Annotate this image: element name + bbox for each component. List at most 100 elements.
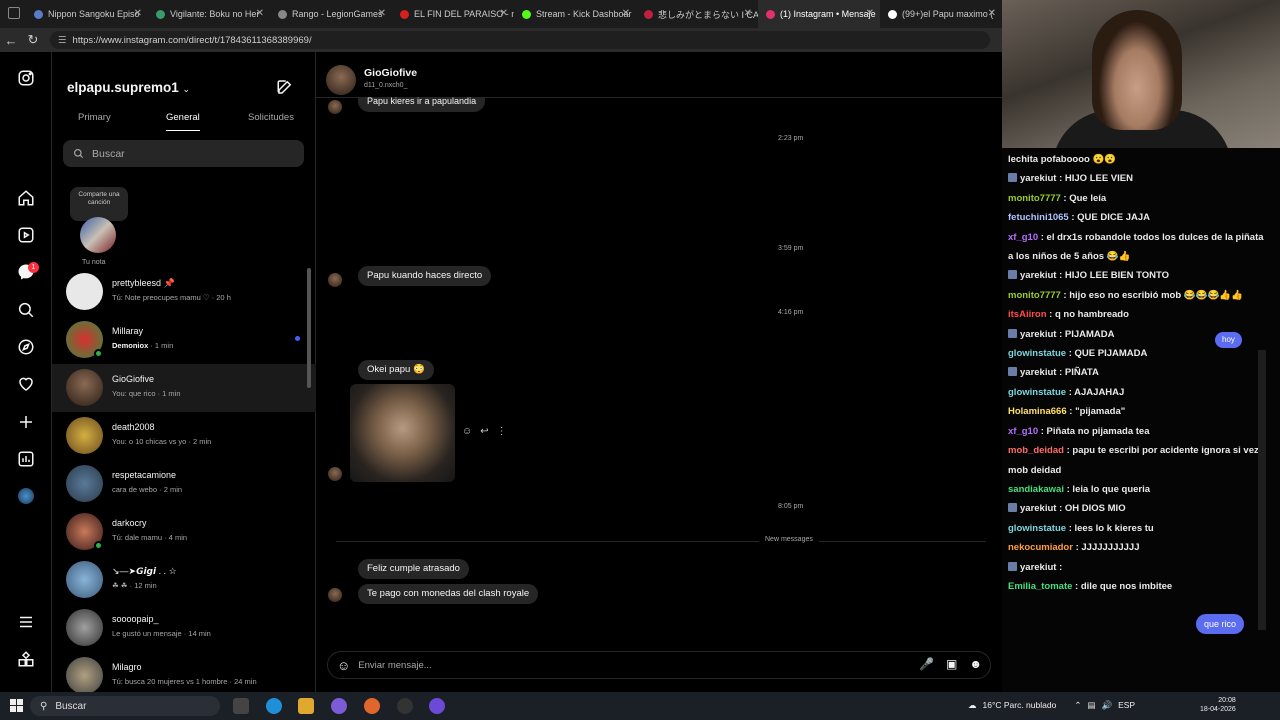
chat-username[interactable]: monito7777 <box>1008 193 1061 204</box>
browser-tab[interactable]: Rango - LegionGames ✕ <box>270 0 392 28</box>
tab-primary[interactable]: Primary <box>78 112 111 123</box>
profile-avatar[interactable] <box>16 486 36 506</box>
browser-tab[interactable]: (99+)el Papu maximo (✕ <box>880 0 1002 28</box>
also-from-meta-icon[interactable] <box>16 649 36 669</box>
network-icon[interactable]: ▤ <box>1087 700 1095 711</box>
compose-icon[interactable] <box>276 78 294 96</box>
chat-username[interactable]: monito7777 <box>1008 290 1061 301</box>
chat-username[interactable]: Emilia_tomate <box>1008 581 1072 592</box>
close-tab-icon[interactable]: ✕ <box>866 8 874 19</box>
reload-icon[interactable]: ↻ <box>22 32 44 48</box>
back-icon[interactable]: ← <box>0 33 22 48</box>
tab-requests[interactable]: Solicitudes <box>248 112 294 123</box>
conversation-item[interactable]: respetacamione cara de webo · 2 min <box>52 460 316 508</box>
sticker-icon[interactable]: ☻ <box>969 657 982 671</box>
more-menu-icon[interactable] <box>16 612 36 632</box>
chat-username[interactable]: yarekiut <box>1020 270 1056 281</box>
browser-tab[interactable]: Stream - Kick Dashboar ✕ <box>514 0 636 28</box>
contact-name[interactable]: GioGiofive <box>364 67 417 79</box>
conversation-item[interactable]: Millaray Demoniox · 1 min <box>52 316 316 364</box>
conversation-item[interactable]: prettybleesd 📌 Tú: Note preocupes mamu ♡ … <box>52 268 316 316</box>
react-icon[interactable]: ☺ <box>462 426 472 437</box>
chat-username[interactable]: Holamina666 <box>1008 406 1067 417</box>
site-info-icon[interactable]: ☰ <box>58 35 67 46</box>
note-avatar[interactable] <box>80 217 116 253</box>
chat-username[interactable]: xf_g10 <box>1008 426 1038 437</box>
chat-username[interactable]: mob_deidad <box>1008 445 1064 456</box>
chat-username[interactable]: itsAiiron <box>1008 309 1047 320</box>
close-tab-icon[interactable]: ✕ <box>744 8 752 19</box>
microphone-icon[interactable]: 🎤 <box>919 657 934 671</box>
conversation-item[interactable]: GioGiofive You: que rico · 1 min <box>52 364 316 412</box>
emoji-icon[interactable]: ☺ <box>337 658 350 673</box>
volume-icon[interactable]: 🔊 <box>1101 700 1112 711</box>
weather-icon[interactable]: ☁ <box>968 700 977 711</box>
close-tab-icon[interactable]: ✕ <box>622 8 630 19</box>
search-icon[interactable] <box>16 300 36 320</box>
chat-username[interactable]: yarekiut <box>1020 173 1056 184</box>
close-tab-icon[interactable]: ✕ <box>988 8 996 19</box>
stream-chat-scrollbar[interactable] <box>1258 350 1266 630</box>
taskbar-search[interactable]: ⚲ Buscar <box>30 696 220 716</box>
message-input[interactable]: ☺ Enviar mensaje... 🎤 ▣ ☻ <box>327 651 991 679</box>
app-icon[interactable] <box>429 698 445 714</box>
discord-icon[interactable] <box>331 698 347 714</box>
stream-chat-log: lechita pofaboooo 😮😮 yarekiut : HIJO LEE … <box>1008 150 1278 596</box>
chat-username[interactable]: sandiakawai <box>1008 484 1064 495</box>
dashboard-icon[interactable] <box>16 449 36 469</box>
chat-username[interactable]: glowinstatue <box>1008 523 1066 534</box>
browser-tab[interactable]: Nippon Sangoku Episo ✕ <box>26 0 148 28</box>
reels-icon[interactable] <box>16 225 36 245</box>
note-bubble[interactable]: Comparte una canción <box>70 187 128 221</box>
contact-avatar[interactable] <box>326 65 356 95</box>
conversation-item[interactable]: darkocry Tú: dale mamu · 4 min <box>52 508 316 556</box>
file-explorer-icon[interactable] <box>298 698 314 714</box>
browser-tab[interactable]: 悲しみがとまらない I CA ✕ <box>636 0 758 28</box>
chat-username[interactable]: nekocumiador <box>1008 542 1073 553</box>
obs-icon[interactable] <box>397 698 413 714</box>
chat-username[interactable]: glowinstatue <box>1008 348 1066 359</box>
chat-username[interactable]: yarekiut <box>1020 562 1056 573</box>
language-indicator[interactable]: ESP <box>1118 700 1135 711</box>
start-windows-icon[interactable] <box>10 699 23 712</box>
chat-username[interactable]: glowinstatue <box>1008 387 1066 398</box>
inbox-scrollbar[interactable] <box>307 268 311 388</box>
task-view-icon[interactable] <box>233 698 249 714</box>
explore-icon[interactable] <box>16 337 36 357</box>
chat-username[interactable]: yarekiut <box>1020 367 1056 378</box>
conversation-item[interactable]: soooopaip_ Le gustó un mensaje · 14 min <box>52 604 316 652</box>
search-input[interactable]: Buscar <box>63 140 304 167</box>
create-plus-icon[interactable] <box>16 412 36 432</box>
photo-message[interactable] <box>350 384 455 482</box>
more-options-icon[interactable]: ⋮ <box>497 426 507 437</box>
home-icon[interactable] <box>16 188 36 208</box>
conversation-item[interactable]: death2008 You: o 10 chicas vs yo · 2 min <box>52 412 316 460</box>
close-tab-icon[interactable]: ✕ <box>256 8 264 19</box>
microphone-app-icon[interactable] <box>364 698 380 714</box>
browser-tab[interactable]: EL FIN DEL PARAISO - n ✕ <box>392 0 514 28</box>
browser-tab[interactable]: Vigilante: Boku no Her ✕ <box>148 0 270 28</box>
browser-tab[interactable]: (1) Instagram • Mensaje ✕ <box>758 0 880 28</box>
weather-text[interactable]: 16°C Parc. nublado <box>983 700 1057 711</box>
window-menu-icon[interactable] <box>8 7 20 19</box>
edge-icon[interactable] <box>266 698 282 714</box>
account-switcher[interactable]: elpapu.supremo1 ⌄ <box>67 80 190 95</box>
image-icon[interactable]: ▣ <box>946 657 957 671</box>
your-note[interactable]: Comparte una canción Tu nota <box>64 185 128 266</box>
conversation-item[interactable]: ↘—➤𝙂𝙞𝙜𝙞 . . ☆ ☘ ☘ · 12 min <box>52 556 316 604</box>
chat-username[interactable]: fetuchini1065 <box>1008 212 1069 223</box>
close-tab-icon[interactable]: ✕ <box>378 8 386 19</box>
chat-username[interactable]: yarekiut <box>1020 503 1056 514</box>
chat-username[interactable]: xf_g10 <box>1008 232 1038 243</box>
clock[interactable]: 20:08 18-04-2026 <box>1200 696 1236 714</box>
tab-general[interactable]: General <box>166 112 200 131</box>
close-tab-icon[interactable]: ✕ <box>134 8 142 19</box>
close-tab-icon[interactable]: ✕ <box>500 8 508 19</box>
notifications-heart-icon[interactable] <box>16 374 36 394</box>
tray-chevron-icon[interactable]: ⌃ <box>1074 700 1081 711</box>
chat-line: monito7777 : hijo eso no escribió mob 😂😂… <box>1008 286 1278 305</box>
url-field[interactable]: ☰ https://www.instagram.com/direct/t/178… <box>50 31 990 49</box>
reply-icon[interactable]: ↩ <box>480 426 488 437</box>
instagram-logo-icon[interactable] <box>16 68 36 88</box>
chat-username[interactable]: yarekiut <box>1020 329 1056 340</box>
